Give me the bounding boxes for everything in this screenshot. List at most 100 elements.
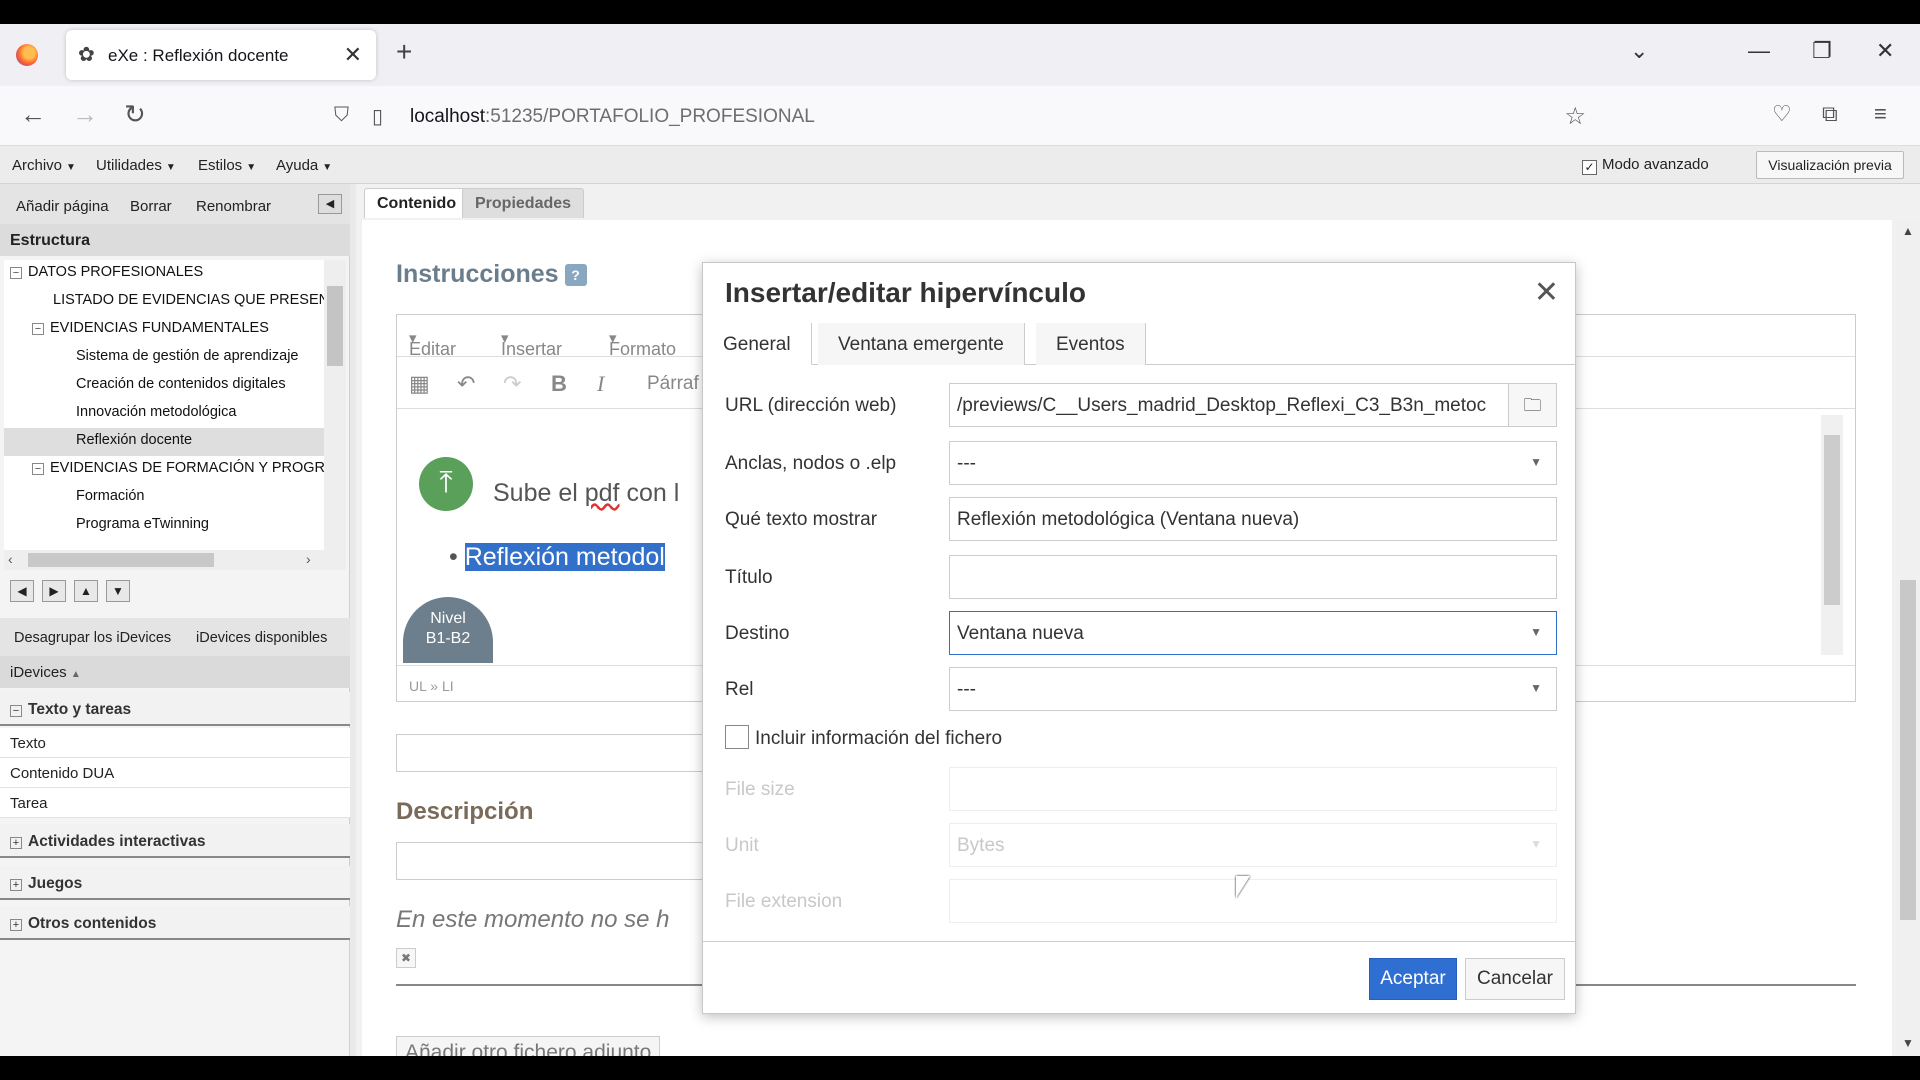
category-games[interactable]: + Juegos <box>0 866 350 900</box>
editor-scrollbar[interactable] <box>1821 415 1843 655</box>
url-text[interactable]: localhost:51235/PORTAFOLIO_PROFESIONAL <box>410 106 815 128</box>
tab-propiedades[interactable]: Propiedades <box>462 188 585 218</box>
collapse-icon[interactable]: − <box>32 323 44 335</box>
minimize-icon[interactable]: — <box>1748 38 1770 64</box>
back-icon[interactable]: ← <box>20 100 46 128</box>
collapse-icon[interactable]: − <box>32 463 44 475</box>
cancel-button[interactable]: Cancelar <box>1465 958 1565 1000</box>
tab-events[interactable]: Eventos <box>1036 323 1146 365</box>
firefox-icon[interactable] <box>16 44 38 66</box>
tab-general[interactable]: General <box>703 323 812 365</box>
menu-icon[interactable]: ≡ <box>1874 100 1887 128</box>
delete-icon[interactable]: ✖ <box>396 948 416 968</box>
bookmark-star-icon[interactable]: ☆ <box>1564 102 1586 131</box>
scroll-up-icon[interactable]: ▲ <box>1902 224 1914 238</box>
tab-contenido[interactable]: Contenido <box>364 188 470 218</box>
include-file-info-checkbox[interactable]: Incluir información del fichero <box>725 725 1002 750</box>
scrollbar-thumb[interactable] <box>1900 580 1916 920</box>
expand-icon[interactable]: + <box>10 879 22 891</box>
editor-menu-format[interactable]: Formato ▾ <box>609 327 676 359</box>
anchors-select[interactable]: --- ▼ <box>949 441 1557 485</box>
add-file-button[interactable]: Añadir otro fichero adjunto <box>396 1036 661 1056</box>
idevice-item[interactable]: Tarea <box>0 788 350 818</box>
target-select[interactable]: Ventana nueva ▼ <box>949 611 1557 655</box>
tree-node[interactable]: Programa eTwinning <box>76 516 209 532</box>
page-scrollbar[interactable]: ▲ ▼ <box>1896 220 1920 1056</box>
category-text-tasks[interactable]: − Texto y tareas <box>0 692 350 726</box>
menu-estilos[interactable]: Estilos ▼ <box>198 157 256 174</box>
collapse-panel-icon[interactable]: ◀ <box>318 194 342 214</box>
expand-icon[interactable]: + <box>10 837 22 849</box>
category-other[interactable]: + Otros contenidos <box>0 906 350 940</box>
reload-icon[interactable]: ↻ <box>124 100 146 128</box>
move-down-icon[interactable]: ▼ <box>106 580 130 602</box>
title-input[interactable] <box>949 555 1557 599</box>
tree-node-selected[interactable]: Reflexión docente <box>4 428 324 456</box>
editor-menu-insert[interactable]: Insertar ▾ <box>501 327 562 359</box>
tree-node[interactable]: LISTADO DE EVIDENCIAS QUE PRESENT <box>53 292 324 308</box>
scrollbar-thumb[interactable] <box>1824 435 1840 605</box>
rename-button[interactable]: Renombrar <box>196 198 271 215</box>
address-bar[interactable]: ⛉ ▯ localhost:51235/PORTAFOLIO_PROFESION… <box>320 94 1600 138</box>
paragraph-select[interactable]: Párraf <box>647 373 699 395</box>
rel-select[interactable]: --- ▼ <box>949 667 1557 711</box>
scroll-right-icon[interactable]: › <box>306 551 311 567</box>
move-left-icon[interactable]: ◀ <box>10 580 34 602</box>
scrollbar-thumb[interactable] <box>28 553 214 567</box>
browse-icon[interactable]: 🗀 <box>1508 384 1556 426</box>
scrollbar-thumb[interactable] <box>327 286 343 366</box>
extensions-icon[interactable]: ⧉ <box>1822 100 1838 128</box>
accept-button[interactable]: Aceptar <box>1369 958 1457 1000</box>
checkbox-unchecked-icon[interactable] <box>725 725 749 749</box>
ungroup-idevices-button[interactable]: Desagrupar los iDevices <box>14 630 171 646</box>
browser-tab[interactable]: ✿ eXe : Reflexión docente ✕ <box>66 30 376 80</box>
bullet-item[interactable]: • Reflexión metodol <box>449 543 665 572</box>
italic-icon[interactable]: I <box>597 371 604 397</box>
undo-icon[interactable]: ↶ <box>457 371 475 397</box>
tree-node[interactable]: Sistema de gestión de aprendizaje <box>76 348 298 364</box>
tree-node[interactable]: Innovación metodológica <box>76 404 236 420</box>
menu-ayuda[interactable]: Ayuda ▼ <box>276 157 332 174</box>
scroll-down-icon[interactable]: ▼ <box>1902 1036 1914 1050</box>
forward-icon[interactable]: → <box>72 100 98 128</box>
tab-popup-window[interactable]: Ventana emergente <box>818 323 1025 365</box>
idevice-item[interactable]: Texto <box>0 728 350 758</box>
advanced-mode-toggle[interactable]: ✓ Modo avanzado <box>1582 156 1709 175</box>
redo-icon[interactable]: ↷ <box>503 371 521 397</box>
bold-icon[interactable]: B <box>551 371 567 397</box>
tree-horizontal-scrollbar[interactable]: ‹ › <box>4 550 346 570</box>
help-icon[interactable]: ? <box>564 264 587 286</box>
idevices-sort-header[interactable]: iDevices ▲ <box>0 656 350 688</box>
editor-menu-edit[interactable]: Editar ▾ <box>409 327 456 359</box>
dialog-close-icon[interactable]: ✕ <box>1534 275 1559 310</box>
selected-link-text[interactable]: Reflexión metodol <box>464 543 665 571</box>
window-close-icon[interactable]: ✕ <box>1876 38 1894 64</box>
expand-icon[interactable]: + <box>10 919 22 931</box>
restore-icon[interactable]: ❐ <box>1812 38 1832 64</box>
menu-utilidades[interactable]: Utilidades ▼ <box>96 157 176 174</box>
add-page-button[interactable]: Añadir página <box>16 198 109 215</box>
idevice-item[interactable]: Contenido DUA <box>0 758 350 788</box>
pocket-icon[interactable]: ♡ <box>1772 100 1792 128</box>
delete-button[interactable]: Borrar <box>130 198 172 215</box>
tree-node[interactable]: Formación <box>76 488 145 504</box>
collapse-icon[interactable]: − <box>10 267 22 279</box>
menu-archivo[interactable]: Archivo ▼ <box>12 157 76 174</box>
move-up-icon[interactable]: ▲ <box>74 580 98 602</box>
preview-button[interactable]: Visualización previa <box>1756 151 1904 179</box>
checkbox-checked-icon[interactable]: ✓ <box>1582 160 1597 175</box>
category-interactive[interactable]: + Actividades interactivas <box>0 824 350 858</box>
tree-node[interactable]: − EVIDENCIAS DE FORMACIÓN Y PROGRA <box>32 460 324 476</box>
tree-node[interactable]: − DATOS PROFESIONALES <box>10 264 203 280</box>
tab-list-icon[interactable]: ⌄ <box>1630 38 1648 64</box>
move-right-icon[interactable]: ▶ <box>42 580 66 602</box>
new-tab-button[interactable]: + <box>396 38 412 66</box>
grid-icon[interactable]: ▦ <box>409 371 430 397</box>
tree-vertical-scrollbar[interactable] <box>324 260 346 550</box>
display-text-input[interactable]: Reflexión metodológica (Ventana nueva) <box>949 497 1557 541</box>
tree-node[interactable]: Creación de contenidos digitales <box>76 376 286 392</box>
tab-close-icon[interactable]: ✕ <box>344 42 362 68</box>
scroll-left-icon[interactable]: ‹ <box>8 551 13 567</box>
collapse-icon[interactable]: − <box>10 705 22 717</box>
shield-icon[interactable]: ⛉ <box>334 104 349 127</box>
